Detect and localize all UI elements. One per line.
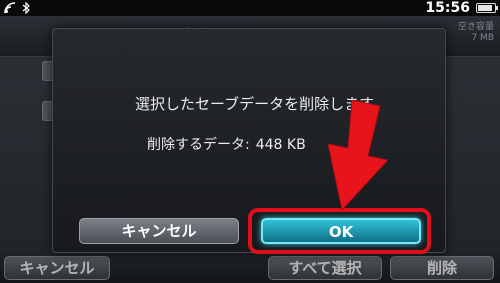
dialog-cancel-button[interactable]: キャンセル (79, 218, 239, 244)
delete-size-value: 448 KB (255, 137, 306, 153)
status-bar: 15:56 (0, 0, 500, 16)
delete-size-line: 削除するデータ: 448 KB (147, 134, 306, 154)
battery-icon (476, 3, 498, 13)
battery-level (478, 5, 492, 11)
ok-button[interactable]: OK (261, 218, 421, 244)
delete-size-label: 削除するデータ: (147, 137, 250, 153)
wifi-icon (4, 2, 16, 14)
clock: 15:56 (425, 0, 470, 16)
bluetooth-icon (22, 2, 30, 14)
red-arrow-icon (327, 100, 388, 212)
